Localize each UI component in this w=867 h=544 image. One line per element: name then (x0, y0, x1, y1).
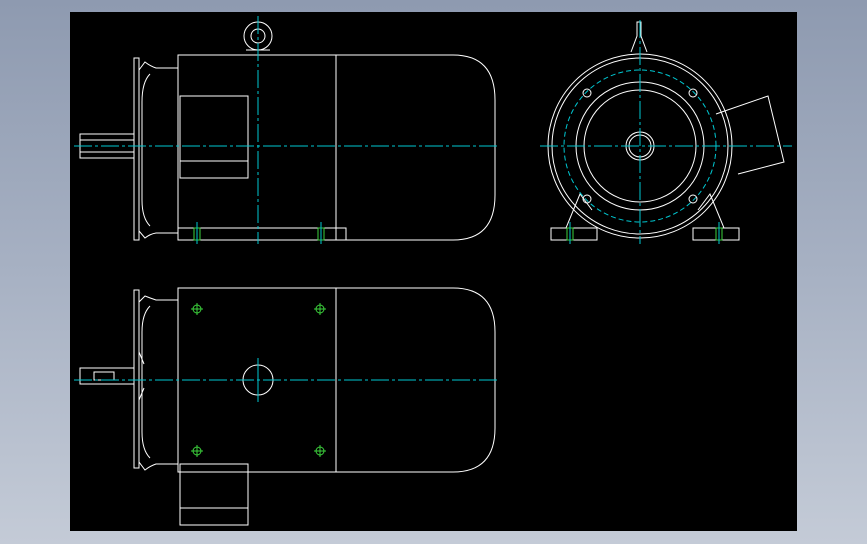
cad-drawing (74, 16, 792, 526)
top-view (74, 287, 500, 526)
front-flange (133, 289, 140, 469)
end-view (540, 20, 792, 244)
front-bell (138, 61, 179, 239)
shaft (79, 367, 135, 385)
side-view (74, 16, 500, 244)
bolt-hole (688, 194, 698, 204)
bolt-hole (582, 88, 592, 98)
top-lug (630, 21, 648, 53)
front-flange (133, 57, 140, 241)
front-bell (138, 295, 179, 471)
bolt-hole (688, 88, 698, 98)
mounting-hole (191, 303, 203, 315)
mounting-hole (314, 445, 326, 457)
cad-viewport[interactable] (70, 12, 797, 531)
mounting-hole (314, 303, 326, 315)
mounting-hole (191, 445, 203, 457)
terminal-box (179, 463, 249, 526)
terminal-box (179, 95, 249, 179)
